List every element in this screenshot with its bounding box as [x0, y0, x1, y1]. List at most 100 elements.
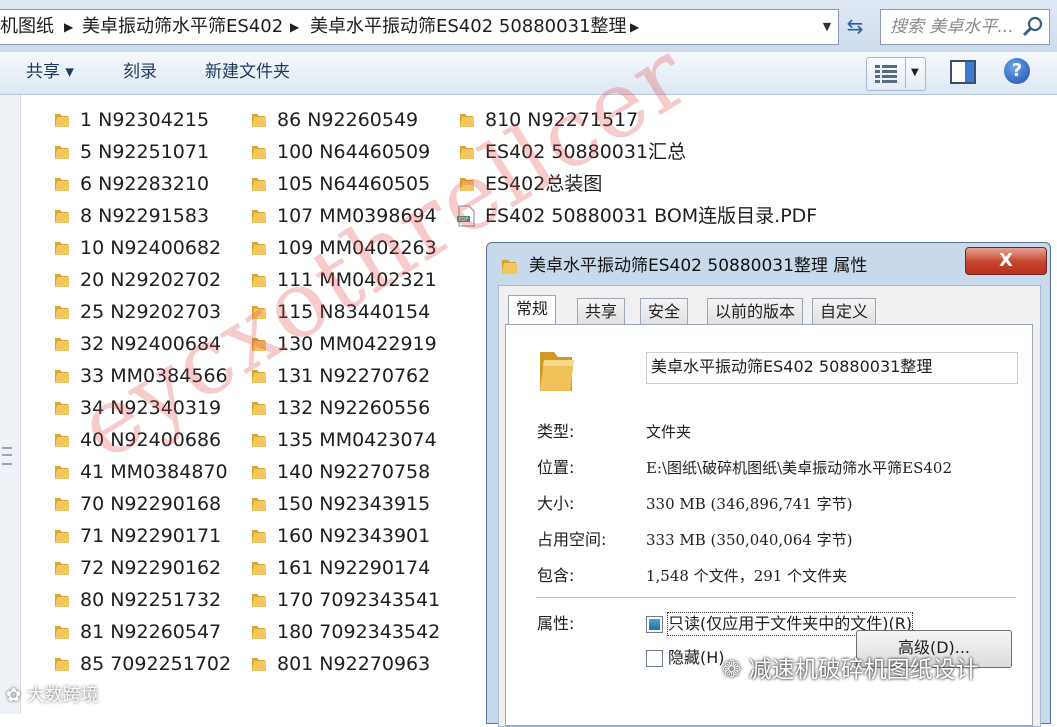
- size-value: 330 MB (346,896,741 字节): [646, 495, 853, 513]
- svg-text:PDF: PDF: [459, 217, 469, 223]
- breadcrumb-item-1[interactable]: 机图纸: [0, 10, 54, 44]
- burn-button[interactable]: 刻录: [123, 52, 157, 92]
- folder-icon: [252, 210, 266, 223]
- hidden-checkbox[interactable]: [646, 650, 663, 667]
- close-button[interactable]: X: [965, 247, 1047, 275]
- folder-icon: [252, 338, 266, 351]
- folder-icon: [252, 114, 266, 127]
- folder-icon: [55, 466, 69, 479]
- pdf-file-icon: PDF: [457, 205, 475, 227]
- refresh-icon[interactable]: ⇆: [841, 9, 869, 43]
- brand-watermark-text: 减速机破碎机图纸设计: [748, 657, 979, 683]
- search-icon[interactable]: [1021, 15, 1045, 39]
- details-view-icon: [875, 65, 897, 83]
- folder-icon: [55, 626, 69, 639]
- folder-item-label: 72 N92290162: [80, 557, 222, 579]
- breadcrumb-arrow-icon[interactable]: ▶: [64, 10, 73, 44]
- breadcrumb-item-2[interactable]: 美卓振动筛水平筛ES402: [82, 10, 283, 44]
- brand2-logo-icon: ✿: [6, 685, 27, 706]
- preview-pane-icon[interactable]: [950, 59, 976, 85]
- navigation-pane-edge[interactable]: [0, 95, 21, 714]
- contains-value: 1,548 个文件，291 个文件夹: [646, 567, 848, 585]
- folder-icon: [252, 370, 266, 383]
- tab-general[interactable]: 常规: [508, 295, 557, 326]
- folder-icon: [252, 242, 266, 255]
- folder-item-label: 132 N92260556: [277, 397, 431, 419]
- hidden-label[interactable]: 隐藏(H): [668, 647, 725, 669]
- search-placeholder: 搜索 美卓水平...: [890, 17, 1014, 37]
- folder-icon: [55, 434, 69, 447]
- type-value: 文件夹: [646, 423, 692, 441]
- folder-item-label: 140 N92270758: [277, 461, 431, 483]
- folder-icon: [252, 434, 266, 447]
- help-icon[interactable]: ?: [1004, 58, 1030, 84]
- folder-item-label: 107 MM0398694: [277, 205, 437, 227]
- folder-item-label: 801 N92270963: [277, 653, 431, 675]
- folder-icon: [460, 178, 474, 191]
- brand2-watermark-text: 大数跨境: [26, 685, 99, 706]
- folder-icon: [55, 146, 69, 159]
- folder-icon: [55, 498, 69, 511]
- folder-icon: [55, 114, 69, 127]
- dialog-title: 美卓水平振动筛ES402 50880031整理 属性: [529, 256, 868, 276]
- splitter-grip-icon[interactable]: [2, 447, 12, 465]
- folder-icon: [252, 498, 266, 511]
- folder-item-label: 6 N92283210: [80, 173, 210, 195]
- folder-icon: [252, 626, 266, 639]
- folder-item-label: 115 N83440154: [277, 301, 431, 323]
- folder-item-label: ES402 50880031汇总: [485, 141, 687, 163]
- folder-name-input[interactable]: 美卓水平振动筛ES402 50880031整理: [646, 352, 1018, 384]
- folder-icon: [55, 178, 69, 191]
- folder-icon: [252, 178, 266, 191]
- search-input[interactable]: 搜索 美卓水平...: [880, 9, 1050, 45]
- folder-icon: [55, 370, 69, 383]
- history-dropdown-icon[interactable]: ▼: [817, 10, 837, 44]
- size-label: 大小:: [537, 494, 575, 513]
- folder-item-label: 34 N92340319: [80, 397, 222, 419]
- folder-item-label: 86 N92260549: [277, 109, 419, 131]
- folder-item-label: 111 MM0402321: [277, 269, 437, 291]
- breadcrumb-item-3[interactable]: 美卓水平振动筛ES402 50880031整理: [310, 10, 627, 44]
- new-folder-button[interactable]: 新建文件夹: [205, 52, 290, 92]
- command-bar: 共享 ▾ 刻录 新建文件夹 ▼ ?: [0, 52, 1057, 95]
- breadcrumb[interactable]: 机图纸 ▶ 美卓振动筛水平筛ES402 ▶ 美卓水平振动筛ES402 50880…: [0, 9, 839, 45]
- location-label: 位置:: [537, 458, 575, 477]
- folder-icon: [55, 242, 69, 255]
- folder-icon: [252, 466, 266, 479]
- tab-previous-versions[interactable]: 以前的版本: [707, 298, 804, 325]
- contains-label: 包含:: [537, 566, 575, 585]
- tab-security[interactable]: 安全: [640, 298, 689, 325]
- view-options-button[interactable]: ▼: [866, 57, 926, 91]
- folder-icon: [252, 274, 266, 287]
- folder-item-label: 40 N92400686: [80, 429, 222, 451]
- breadcrumb-arrow-icon[interactable]: ▶: [630, 10, 639, 44]
- folder-item-label: 100 N64460509: [277, 141, 431, 163]
- folder-icon: [252, 402, 266, 415]
- folder-item-label: 41 MM0384870: [80, 461, 228, 483]
- folder-item-label: 105 N64460505: [277, 173, 431, 195]
- folder-icon: [540, 352, 574, 391]
- breadcrumb-arrow-icon[interactable]: ▶: [290, 10, 299, 44]
- folder-item-label: 109 MM0402263: [277, 237, 437, 259]
- folder-item-label: 70 N92290168: [80, 493, 222, 515]
- folder-icon: [55, 658, 69, 671]
- folder-item-label: 1 N92304215: [80, 109, 210, 131]
- tab-customize[interactable]: 自定义: [812, 298, 877, 325]
- pdf-file-label: ES402 50880031 BOM连版目录.PDF: [485, 205, 818, 227]
- readonly-checkbox[interactable]: [646, 616, 663, 633]
- folder-icon: [55, 530, 69, 543]
- share-button[interactable]: 共享 ▾: [26, 52, 74, 92]
- chevron-down-icon[interactable]: ▼: [905, 58, 919, 88]
- folder-icon: [55, 274, 69, 287]
- folder-item-label: 10 N92400682: [80, 237, 222, 259]
- tab-sharing[interactable]: 共享: [577, 298, 626, 325]
- folder-item-label: 810 N92271517: [485, 109, 639, 131]
- location-value: E:\图纸\破碎机图纸\美卓振动筛水平筛ES402: [646, 459, 953, 477]
- folder-icon: [252, 594, 266, 607]
- folder-item-label: 135 MM0423074: [277, 429, 437, 451]
- folder-item-label: 180 7092343542: [277, 621, 441, 643]
- folder-icon: [252, 530, 266, 543]
- size-on-disk-label: 占用空间:: [537, 530, 607, 549]
- folder-item-label: 80 N92251732: [80, 589, 222, 611]
- folder-item-label: 130 MM0422919: [277, 333, 437, 355]
